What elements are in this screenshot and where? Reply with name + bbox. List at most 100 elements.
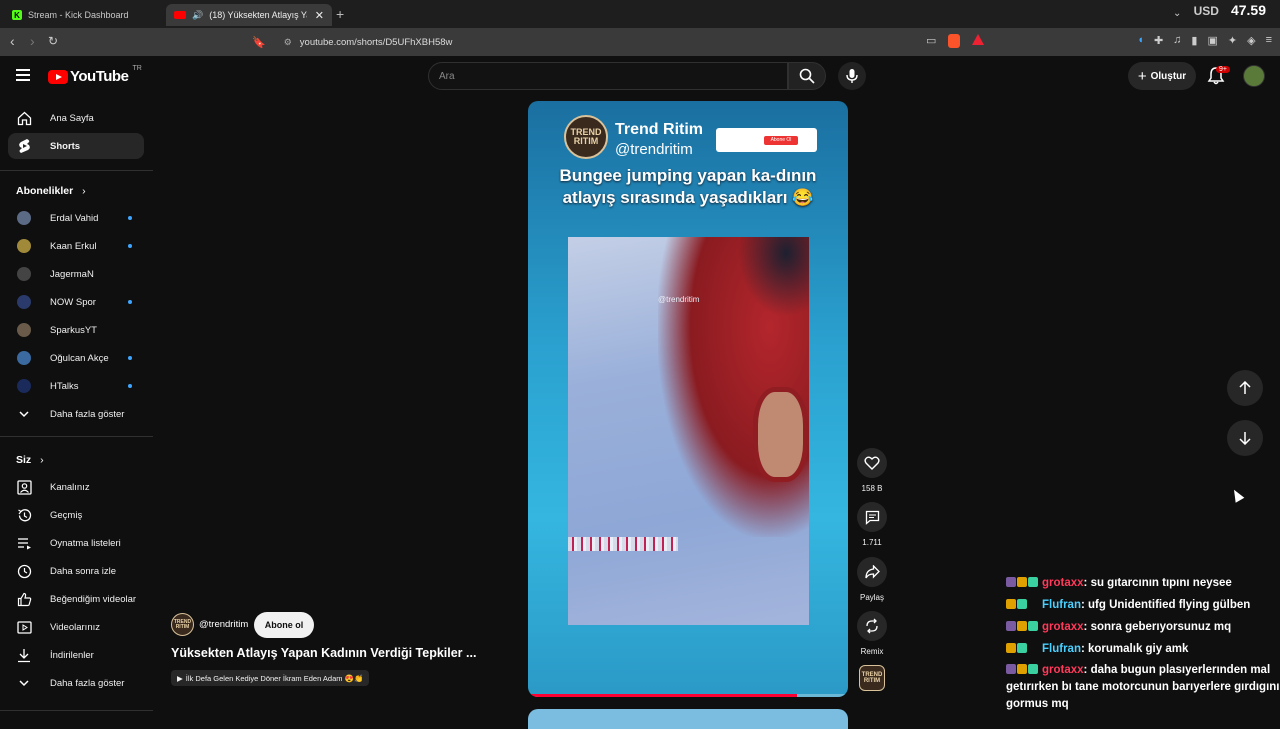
tab-list-chevron-icon[interactable]: ⌄ <box>1173 8 1181 19</box>
search-button[interactable] <box>788 62 826 90</box>
logo-text: YouTube <box>70 68 129 85</box>
related-video-pill[interactable]: ▶ İlk Defa Gelen Kediye Döner İkram Eden… <box>171 670 370 686</box>
next-short-preview[interactable] <box>528 709 848 729</box>
share-icon <box>864 565 880 579</box>
sidebar-item-download[interactable]: İndirilenler <box>8 642 144 668</box>
like-button[interactable] <box>857 448 887 478</box>
extensions-icon[interactable]: ✚ <box>1154 34 1163 47</box>
chat-message: grotaxx: sonra geberıyorsunuz mq <box>1006 616 1280 638</box>
bookmark-icon[interactable]: 🔖 <box>252 36 266 49</box>
tab-youtube-short[interactable]: 🔊 (18) Yüksekten Atlayış Yapan ✕ <box>166 4 332 26</box>
playlist-icon <box>16 535 32 551</box>
sidebar-item-history[interactable]: Geçmiş <box>8 502 144 528</box>
new-tab-button[interactable]: + <box>336 6 344 22</box>
speaker-icon: 🔊 <box>192 9 204 20</box>
remix-label: Remix <box>860 647 884 656</box>
address-bar[interactable]: 🔖 ⚙ youtube.com/shorts/D5UFhXBH58w <box>252 32 996 52</box>
search-input[interactable] <box>429 63 769 89</box>
site-info-icon[interactable]: ⚙ <box>284 37 292 48</box>
sidebar-item-video[interactable]: Videolarınız <box>8 614 144 640</box>
related-video-label: İlk Defa Gelen Kediye Döner İkram Eden A… <box>185 673 364 683</box>
cast-icon[interactable]: ▭ <box>926 34 936 48</box>
sidebar-sub-item[interactable]: HTalks <box>8 373 144 399</box>
progress-fill <box>528 694 797 697</box>
video-frame: @trendritim <box>568 237 809 625</box>
new-content-dot <box>128 244 132 248</box>
sidebar-sub-item[interactable]: Kaan Erkul <box>8 233 144 259</box>
remix-button[interactable] <box>857 611 887 641</box>
wallet-icon[interactable]: ▣ <box>1207 34 1217 47</box>
sidebar-sub-item[interactable]: NOW Spor <box>8 289 144 315</box>
comment-action[interactable]: 1.711 <box>857 502 887 547</box>
chat-badge-icon <box>1006 577 1016 587</box>
chat-badge-icon <box>1006 643 1016 653</box>
sidebar-item-shorts[interactable]: Shorts <box>8 133 144 159</box>
playback-progress[interactable] <box>528 694 848 697</box>
microphone-icon <box>846 69 858 83</box>
chat-badge-icon <box>1017 621 1027 631</box>
audio-icon[interactable]: ◖ <box>1137 34 1144 47</box>
menu-icon[interactable]: ≡ <box>1266 34 1272 47</box>
video-watermark: @trendritim <box>658 295 700 304</box>
sidebar-item-clock[interactable]: Daha sonra izle <box>8 558 144 584</box>
sidebar-sub-item[interactable]: Oğulcan Akçe <box>8 345 144 371</box>
brave-rewards-icon[interactable] <box>972 34 985 45</box>
url-text[interactable]: youtube.com/shorts/D5UFhXBH58w <box>300 37 453 48</box>
forward-icon[interactable]: › <box>30 33 35 49</box>
sidebar-item-playlist[interactable]: Oynatma listeleri <box>8 530 144 556</box>
sidebar-item-chevron-down[interactable]: Daha fazla göster <box>8 670 144 696</box>
share-action[interactable]: Paylaş <box>857 557 887 602</box>
tab-kick-dashboard[interactable]: K Stream - Kick Dashboard <box>4 4 164 26</box>
sidebar-item-label: Kaan Erkul <box>50 240 97 252</box>
next-short-button[interactable] <box>1227 420 1263 456</box>
sidebar-item-home[interactable]: Ana Sayfa <box>8 105 144 131</box>
hamburger-menu-icon[interactable] <box>16 69 30 84</box>
close-tab-icon[interactable]: ✕ <box>315 9 324 22</box>
you-heading[interactable]: Siz › <box>16 454 44 466</box>
overlay-subscribe-label: Abone Ol <box>764 136 798 145</box>
music-icon[interactable]: ♫ <box>1173 34 1181 47</box>
subscriptions-heading[interactable]: Abonelikler › <box>16 185 86 197</box>
sidebar-item-label: Daha fazla göster <box>50 408 125 420</box>
sidebar-item-channel[interactable]: Kanalınız <box>8 474 144 500</box>
sound-source-avatar[interactable]: TREND RITIM <box>859 665 885 691</box>
youtube-logo[interactable]: YouTube TR <box>48 65 142 85</box>
overlay-channel-name: Trend Ritim <box>615 121 704 138</box>
share-label: Paylaş <box>859 593 884 602</box>
channel-avatar[interactable]: TREND RITIM <box>171 613 194 636</box>
back-icon[interactable]: ‹ <box>10 33 15 49</box>
leo-ai-icon[interactable]: ✦ <box>1228 34 1237 47</box>
voice-search-button[interactable] <box>838 62 866 90</box>
account-avatar[interactable] <box>1243 65 1265 87</box>
chevron-right-icon: › <box>40 454 44 466</box>
shorts-player[interactable]: TREND RITIM Trend Ritim @trendritim Abon… <box>528 101 848 697</box>
remix-action[interactable]: Remix <box>857 611 887 656</box>
channel-handle[interactable]: @trendritim <box>199 619 248 630</box>
chat-username: Flufran <box>1042 599 1081 611</box>
divider <box>0 710 153 711</box>
channel-avatar-icon <box>16 210 32 226</box>
short-title[interactable]: Yüksekten Atlayış Yapan Kadının Verdiği … <box>171 646 476 660</box>
mouse-cursor-icon <box>1229 487 1245 503</box>
brave-shield-icon[interactable] <box>948 34 961 48</box>
chat-badge-icon <box>1006 599 1016 609</box>
youtube-favicon-icon <box>174 11 186 19</box>
sidebar-sub-item[interactable]: SparkusYT <box>8 317 144 343</box>
chat-badge-icon <box>1017 599 1027 609</box>
previous-short-button[interactable] <box>1227 370 1263 406</box>
comment-button[interactable] <box>857 502 887 532</box>
chat-message: Flufran: ufg Unidentified flying gülben <box>1006 594 1280 616</box>
sidebar-sub-item[interactable]: Erdal Vahid <box>8 205 144 231</box>
subscribe-button[interactable]: Abone ol <box>254 612 314 638</box>
sidebar-item-thumbs-up[interactable]: Beğendiğim videolar <box>8 586 144 612</box>
sidebar-sub-item[interactable]: JagermaN <box>8 261 144 287</box>
create-button[interactable]: + Oluştur <box>1128 62 1196 90</box>
sidebar-item-label: Oğulcan Akçe <box>50 352 109 364</box>
sidebar-show-more-subs[interactable]: Daha fazla göster <box>8 401 144 427</box>
like-action[interactable]: 158 B <box>857 448 887 493</box>
share-button[interactable] <box>857 557 887 587</box>
channel-avatar-icon <box>16 238 32 254</box>
sidebar-toggle-icon[interactable]: ▮ <box>1191 34 1197 47</box>
reload-icon[interactable]: ↻ <box>48 34 58 48</box>
vpn-icon[interactable]: ◈ <box>1247 34 1255 47</box>
